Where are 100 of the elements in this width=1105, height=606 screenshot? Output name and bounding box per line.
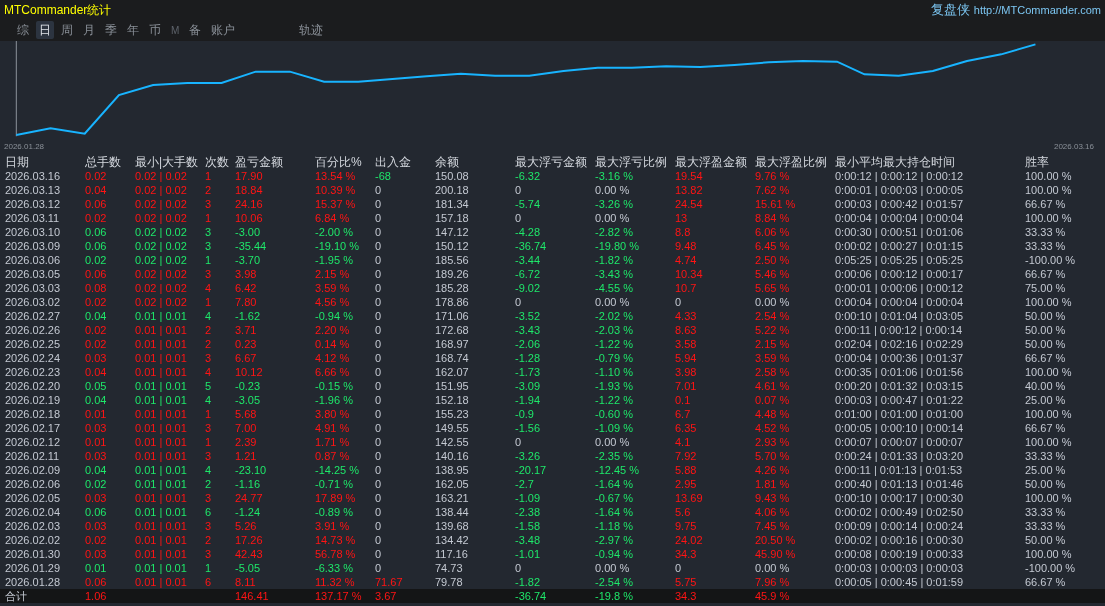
float-loss-ratio-cell-text: -12.45 % [595,463,641,477]
float-profit-ratio-cell-text: 5.22 % [755,323,791,337]
float-profit-ratio-cell-text: 9.43 % [755,491,791,505]
balance-cell-text: 200.18 [435,183,470,197]
lots-cell-text: 0.04 [85,309,108,323]
float-loss-ratio-cell-text: -0.67 % [595,491,634,505]
period-tab[interactable]: 账户 [208,21,239,39]
percent-cell-text: 3.59 % [315,281,351,295]
cash-flow-cell-text: 0 [375,183,383,197]
float-profit-ratio-cell-text: 9.76 % [755,169,791,183]
date-cell-text: 2026.02.25 [5,337,62,351]
balance-cell-text: 162.07 [435,365,470,379]
hold-time-cell-text: 0:00:08 | 0:00:19 | 0:00:33 [835,547,965,561]
lot-range-cell-text: 0.02 | 0.02 [135,239,188,253]
float-profit-ratio-cell-text: 2.15 % [755,337,791,351]
profit-cell-text: 5.68 [235,407,258,421]
cash-flow-cell-text: 0 [375,505,383,519]
balance-cell-text: 168.74 [435,351,470,365]
date-cell-text: 2026.02.05 [5,491,62,505]
period-tab[interactable]: 季 [102,21,120,39]
win-rate-cell-text: 33.33 % [1025,239,1067,253]
period-tab[interactable]: 年 [124,21,142,39]
cash-flow-cell-text: 0 [375,295,383,309]
win-rate-cell-text: 50.00 % [1025,337,1067,351]
lots-cell-text: 0.08 [85,281,108,295]
count-cell-text: 3 [205,225,213,239]
period-tab[interactable]: 币 [146,21,164,39]
float-profit-cell-text: 4.74 [675,253,698,267]
website-link[interactable]: http://MTCommander.com [973,1,1101,19]
hold-time-cell-text: 0:05:25 | 0:05:25 | 0:05:25 [835,253,965,267]
cash-flow-cell-text: 0 [375,533,383,547]
win-rate-cell-text: 33.33 % [1025,519,1067,533]
lot-range-cell-text: 0.02 | 0.02 [135,183,188,197]
count-cell-text: 4 [205,281,213,295]
period-tab[interactable]: 日 [36,21,54,39]
lots-cell-text: 0.02 [85,211,108,225]
cash-flow-cell-text: 71.67 [375,575,404,589]
period-tab[interactable]: 周 [58,21,76,39]
float-loss-cell-text: 0 [515,295,523,309]
brand-name: 复盘侠 [930,1,970,20]
percent-cell-text: -14.25 % [315,463,361,477]
float-loss-ratio-cell-text: -1.10 % [595,365,634,379]
profit-cell-text: -0.23 [235,379,262,393]
hold-time-cell-text: 0:00:40 | 0:01:13 | 0:01:46 [835,477,965,491]
float-profit-cell-text: 5.88 [675,463,698,477]
date-cell-text: 2026.02.04 [5,505,62,519]
profit-cell-text: -3.05 [235,393,262,407]
profit-cell-text: 7.00 [235,421,258,435]
profit-cell-text: -35.44 [235,239,268,253]
float-loss-ratio-cell-text: -0.79 % [595,351,634,365]
axis-end-label: 2026.03.16 [1053,141,1094,153]
lot-range-cell-text: 0.01 | 0.01 [135,365,188,379]
lots-cell-text: 0.05 [85,379,108,393]
date-cell-text: 2026.03.11 [5,211,61,225]
lot-range-cell-text: 0.01 | 0.01 [135,323,188,337]
profit-cell-text: 18.84 [235,183,264,197]
cash-flow-cell-text: 0 [375,239,383,253]
percent-cell-text: 10.39 % [315,183,357,197]
date-cell-text: 2026.03.12 [5,197,62,211]
win-rate-cell-text: 33.33 % [1025,505,1067,519]
period-tab[interactable]: 综 [14,21,32,39]
period-tab[interactable]: 备 [186,21,205,39]
float-loss-ratio-cell-text: 0.00 % [595,295,631,309]
float-loss-ratio-cell-text: -1.22 % [595,337,634,351]
win-rate-cell-text: 100.00 % [1025,435,1073,449]
float-loss-cell-text: -3.09 [515,379,542,393]
cash-flow-cell-text: 0 [375,407,383,421]
float-loss-cell-text: -36.74 [515,239,548,253]
date-cell-text: 2026.02.09 [5,463,62,477]
float-loss-cell-text: -3.26 [515,449,542,463]
float-profit-ratio-cell-text: 4.26 % [755,463,791,477]
lot-range-cell-text: 0.01 | 0.01 [135,393,188,407]
float-profit-cell-text: 24.02 [675,533,704,547]
date-cell-text: 2026.03.16 [5,169,62,183]
hold-time-cell-text: 0:00:04 | 0:00:36 | 0:01:37 [835,351,965,365]
balance-cell-text: 157.18 [435,211,470,225]
hold-time-cell-text: 0:00:03 | 0:00:47 | 0:01:22 [835,393,965,407]
float-loss-ratio-cell-text: -1.22 % [595,393,634,407]
cash-flow-cell-text: 0 [375,561,383,575]
date-cell-text: 2026.01.28 [5,575,62,589]
float-loss-cell-text: -3.48 [515,533,542,547]
track-tab[interactable]: 轨迹 [296,21,327,39]
lot-range-cell-text: 0.02 | 0.02 [135,197,188,211]
float-profit-cell-text: 4.33 [675,309,698,323]
cash-flow-cell-text: 0 [375,225,383,239]
win-rate-cell-text: 100.00 % [1025,547,1073,561]
profit-cell-text: 24.16 [235,197,264,211]
date-cell-text: 2026.02.24 [5,351,62,365]
cash-flow-cell-text: 0 [375,449,383,463]
percent-cell-text: 17.89 % [315,491,357,505]
float-profit-ratio-cell-text: 2.50 % [755,253,791,267]
lot-range-cell-text: 0.02 | 0.02 [135,281,188,295]
column-header: 最大浮盈比例 [755,155,828,169]
period-tab[interactable]: 月 [80,21,98,39]
percent-cell-text: -2.00 % [315,225,354,239]
float-profit-cell-text: 24.54 [675,197,704,211]
float-profit-cell-text: 34.3 [675,589,698,603]
cash-flow-cell-text: 0 [375,197,383,211]
count-cell-text: 5 [205,379,213,393]
float-profit-cell-text: 3.58 [675,337,698,351]
